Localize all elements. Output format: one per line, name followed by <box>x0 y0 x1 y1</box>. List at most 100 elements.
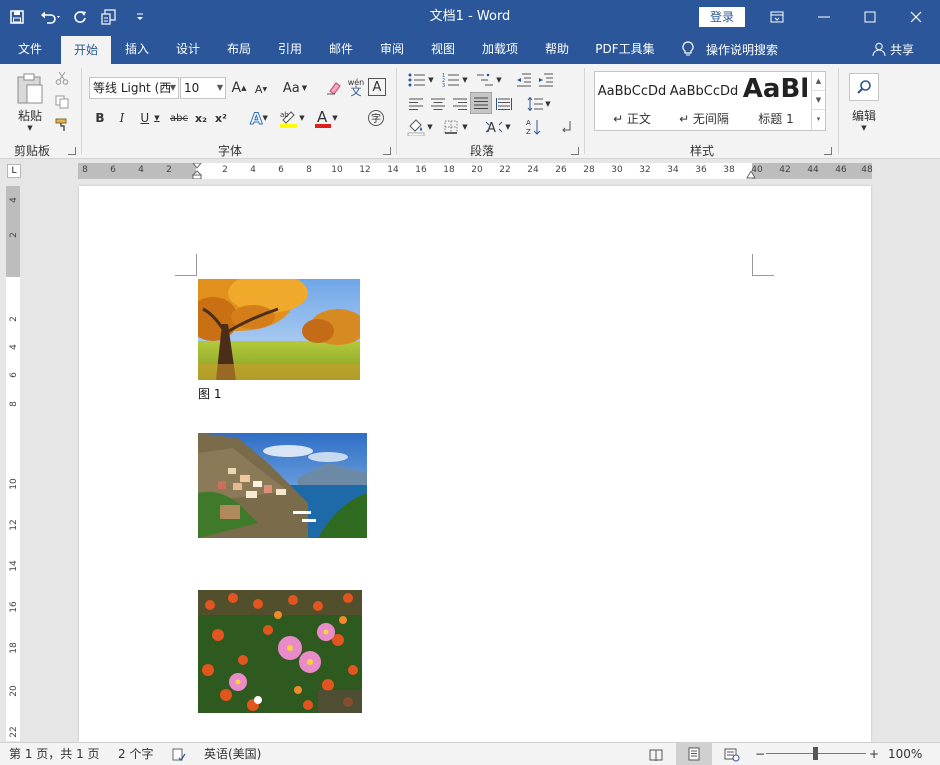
tab-selector[interactable]: L <box>7 164 21 178</box>
tab-layout[interactable]: 布局 <box>218 34 260 64</box>
phonetic-guide-button[interactable]: wén 文 <box>346 75 366 99</box>
right-indent-marker-icon[interactable] <box>746 171 756 179</box>
paste-button[interactable]: 粘贴 ▼ <box>8 68 52 136</box>
font-name-select[interactable]: 等线 Light (西 ▼ <box>89 77 179 99</box>
style-no-spacing[interactable]: AaBbCcDd ↵ 无间隔 <box>669 72 739 130</box>
tab-home[interactable]: 开始 <box>61 36 111 64</box>
copy-icon[interactable] <box>53 93 71 111</box>
bold-button[interactable]: B <box>91 108 109 128</box>
top-left-crop-mark <box>175 254 197 276</box>
tab-review[interactable]: 审阅 <box>371 34 413 64</box>
zoom-level[interactable]: 100% <box>888 743 922 765</box>
word-count[interactable]: 2 个字 <box>118 743 153 765</box>
subscript-button[interactable]: x₂ <box>192 108 210 128</box>
login-button[interactable]: 登录 <box>699 7 745 27</box>
borders-button[interactable]: ▼ <box>440 116 472 138</box>
character-border-button[interactable]: A <box>368 78 386 96</box>
tab-file[interactable]: 文件 <box>8 34 52 64</box>
web-layout-icon[interactable] <box>724 747 740 765</box>
chinese-layout-button[interactable]: A ▼ <box>482 116 514 138</box>
enclose-characters-button[interactable]: 字 <box>366 108 386 128</box>
justify-icon[interactable] <box>470 92 492 114</box>
superscript-button[interactable]: x² <box>212 108 230 128</box>
ruler-tick: 38 <box>723 165 735 175</box>
clear-formatting-icon[interactable] <box>324 78 344 98</box>
format-painter-icon[interactable] <box>53 116 71 134</box>
tab-mailings[interactable]: 邮件 <box>320 34 362 64</box>
save-icon[interactable] <box>0 0 34 34</box>
numbering-button[interactable]: 1 2 3 ▼ <box>440 70 470 90</box>
document-page[interactable]: 图 1 <box>79 186 871 742</box>
tab-view[interactable]: 视图 <box>422 34 464 64</box>
customize-qat-icon[interactable] <box>126 0 154 34</box>
chevron-down-icon: ▼ <box>27 123 33 132</box>
underline-button[interactable]: U ▼ <box>136 108 164 128</box>
gallery-more-icon[interactable]: ▾ <box>812 110 825 129</box>
styles-gallery-scroll[interactable]: ▲ ▼ ▾ <box>811 72 825 130</box>
shrink-font-button[interactable]: A ▼ <box>252 80 270 98</box>
change-case-button[interactable]: Aa ▼ <box>280 78 310 98</box>
minimize-icon[interactable] <box>801 0 847 34</box>
maximize-icon[interactable] <box>847 0 893 34</box>
align-left-icon[interactable] <box>406 94 426 114</box>
multilevel-list-button[interactable]: ▼ <box>474 70 504 90</box>
decrease-indent-icon[interactable] <box>514 70 534 90</box>
chevron-down-icon[interactable]: ▼ <box>812 91 825 110</box>
tab-pdf-tools[interactable]: PDF工具集 <box>590 34 660 64</box>
align-center-icon[interactable] <box>428 94 448 114</box>
text-effects-button[interactable]: A ▼ <box>244 107 274 129</box>
zoom-slider-thumb[interactable] <box>813 747 818 760</box>
read-mode-icon[interactable] <box>649 747 663 765</box>
page-count[interactable]: 第 1 页，共 1 页 <box>9 743 100 765</box>
redo-icon[interactable] <box>68 0 92 34</box>
increase-indent-icon[interactable] <box>536 70 556 90</box>
shading-button[interactable]: ▼ <box>404 116 436 138</box>
close-icon[interactable] <box>893 0 939 34</box>
align-right-icon[interactable] <box>450 94 470 114</box>
show-formatting-marks-icon[interactable] <box>556 116 576 138</box>
strikethrough-button[interactable]: abc <box>168 108 190 128</box>
ribbon-display-options-icon[interactable] <box>754 0 800 34</box>
sort-icon[interactable]: AZ <box>522 116 546 138</box>
vertical-ruler[interactable]: 4 2 2 4 6 8 10 12 14 16 18 20 22 <box>6 186 20 741</box>
flowers-image[interactable] <box>198 590 362 713</box>
style-no-spacing-preview: AaBbCcDd <box>669 84 739 99</box>
tab-help[interactable]: 帮助 <box>536 34 578 64</box>
font-size-select[interactable]: 10 ▼ <box>180 77 226 99</box>
language-indicator[interactable]: 英语(美国) <box>204 743 261 765</box>
chevron-up-icon[interactable]: ▲ <box>812 72 825 91</box>
editing-button[interactable]: 编辑 ▼ <box>846 68 882 136</box>
indent-markers-icon[interactable] <box>192 163 202 179</box>
print-layout-icon[interactable] <box>676 743 712 765</box>
bullets-button[interactable]: ▼ <box>406 70 436 90</box>
font-launcher-icon[interactable] <box>383 147 391 155</box>
tab-references[interactable]: 引用 <box>269 34 311 64</box>
horizontal-ruler[interactable]: 8 6 4 2 2 4 6 8 10 12 14 16 18 20 22 24 … <box>78 163 873 179</box>
clipboard-launcher-icon[interactable] <box>68 147 76 155</box>
autumn-tree-image[interactable] <box>198 279 360 380</box>
share-button[interactable]: 共享 <box>872 34 914 64</box>
tab-addins[interactable]: 加载项 <box>475 34 525 64</box>
grow-font-button[interactable]: A ▲ <box>230 78 248 98</box>
styles-launcher-icon[interactable] <box>824 147 832 155</box>
distributed-icon[interactable] <box>494 94 514 114</box>
tell-me-search[interactable]: 操作说明搜索 <box>682 34 778 64</box>
tab-insert[interactable]: 插入 <box>116 34 158 64</box>
line-spacing-button[interactable]: ▼ <box>524 94 554 114</box>
font-color-button[interactable]: A ▼ <box>310 106 342 130</box>
undo-icon[interactable] <box>34 0 68 34</box>
ruler-tick: 36 <box>695 165 707 175</box>
zoom-out-icon[interactable]: − <box>755 743 765 765</box>
coastal-village-image[interactable] <box>198 433 367 538</box>
italic-button[interactable]: I <box>113 108 131 128</box>
highlight-color-button[interactable]: ab ▼ <box>276 106 308 130</box>
style-normal[interactable]: AaBbCcDd ↵ 正文 <box>597 72 667 130</box>
paragraph-launcher-icon[interactable] <box>571 147 579 155</box>
ruler-tick: 48 <box>861 165 873 175</box>
cut-icon[interactable] <box>53 69 71 87</box>
proofing-icon[interactable] <box>172 747 186 765</box>
touch-mode-icon[interactable] <box>92 0 126 34</box>
tab-design[interactable]: 设计 <box>167 34 209 64</box>
style-heading-1[interactable]: AaBl 标题 1 <box>741 72 811 130</box>
zoom-in-icon[interactable]: + <box>869 743 879 765</box>
